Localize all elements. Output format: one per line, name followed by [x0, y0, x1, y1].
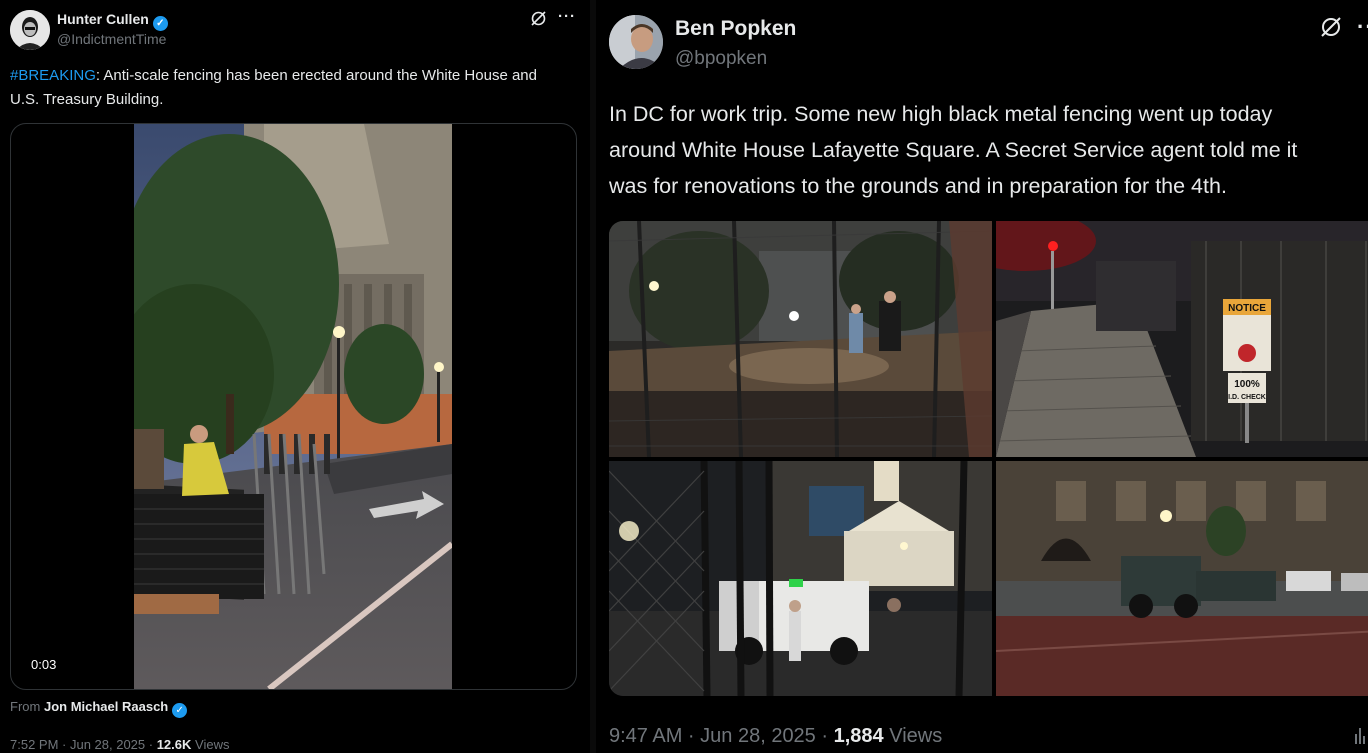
tweet-text-line: around White House Lafayette Square. A S…: [609, 138, 1298, 162]
timestamp[interactable]: 7:52 PM · Jun 28, 2025 ·: [10, 737, 157, 752]
tweet-text: In DC for work trip. Some new high black…: [609, 96, 1368, 204]
photo-sign-text: NOTICE: [1228, 303, 1266, 314]
views-count: 12.6K: [156, 737, 192, 752]
views-count: 1,884: [833, 725, 884, 747]
stats-icon[interactable]: [1354, 724, 1366, 746]
more-icon[interactable]: ··: [1357, 14, 1368, 40]
photo-sign-text: I.D. CHECK: [1228, 394, 1266, 401]
tweet-text-line: In DC for work trip. Some new high black…: [609, 102, 1273, 126]
grok-icon[interactable]: [1320, 16, 1342, 44]
video-player[interactable]: 0:03: [10, 123, 577, 690]
verified-badge-icon: ✓: [172, 703, 188, 718]
author-handle[interactable]: @IndictmentTime: [57, 31, 166, 47]
verified-badge-icon: ✓: [152, 16, 168, 31]
avatar[interactable]: [10, 10, 50, 50]
video-frame: [134, 124, 452, 689]
tweet-text: #BREAKING: Anti-scale fencing has been e…: [10, 67, 537, 108]
photo-sign-text: 100%: [1234, 379, 1260, 390]
author-name[interactable]: Ben Popken: [675, 17, 796, 41]
photo-3[interactable]: [609, 461, 992, 696]
tweet-hunter-cullen[interactable]: Hunter Cullen ✓ @IndictmentTime ··· #BREA…: [0, 0, 590, 753]
hashtag-link[interactable]: #BREAKING: [10, 67, 96, 84]
author-name[interactable]: Hunter Cullen ✓: [57, 11, 168, 31]
grok-icon[interactable]: [530, 10, 547, 31]
more-icon[interactable]: ···: [558, 8, 576, 25]
photo-1[interactable]: [609, 221, 992, 457]
tweet-text-line: was for renovations to the grounds and i…: [609, 174, 1227, 198]
avatar[interactable]: [609, 15, 663, 69]
video-attribution[interactable]: From Jon Michael Raasch ✓: [10, 699, 188, 718]
tweet-meta: 7:52 PM · Jun 28, 2025 · 12.6K Views: [10, 737, 230, 752]
tweet-meta: 9:47 AM · Jun 28, 2025 · 1,884 Views: [609, 725, 943, 747]
photo-grid: NOTICE 100% I.D. CHECK: [609, 221, 1368, 696]
photo-2[interactable]: NOTICE 100% I.D. CHECK: [996, 221, 1368, 457]
timestamp[interactable]: 9:47 AM · Jun 28, 2025 ·: [609, 725, 834, 747]
photo-4[interactable]: [996, 461, 1368, 696]
author-handle[interactable]: @bpopken: [675, 48, 767, 70]
video-duration: 0:03: [25, 654, 63, 675]
tweet-ben-popken[interactable]: Ben Popken @bpopken ·· In DC for work tr…: [596, 0, 1368, 753]
